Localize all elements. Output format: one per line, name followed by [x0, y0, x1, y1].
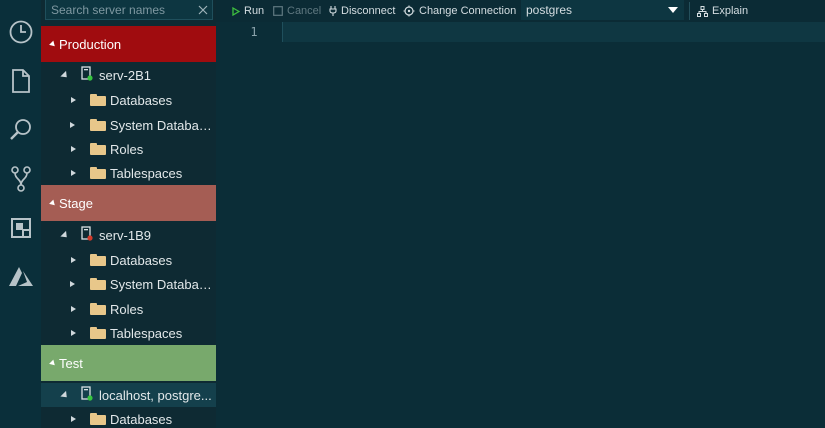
expand-caret-icon[interactable]	[70, 281, 76, 287]
server-group-label: Production	[59, 36, 122, 52]
server-icon	[81, 226, 93, 244]
folder-icon	[89, 119, 106, 131]
chevron-down-icon[interactable]	[668, 7, 678, 13]
folder-icon	[90, 254, 106, 266]
server-search-placeholder[interactable]: Search server names	[46, 3, 194, 17]
cancel-button[interactable]: Cancel	[273, 0, 321, 22]
server-explorer: Search server names Production serv-2B1 …	[41, 0, 216, 428]
server-group-production[interactable]: Production	[41, 26, 216, 62]
change-connection-button[interactable]: Change Connection	[403, 0, 516, 22]
history-icon[interactable]	[0, 12, 41, 52]
folder-icon	[90, 303, 106, 315]
server-label: localhost, postgre...	[99, 387, 212, 403]
folder-node[interactable]: System Databas...	[41, 113, 216, 137]
collapse-caret-icon[interactable]	[49, 40, 57, 48]
clear-search-icon[interactable]	[194, 1, 212, 19]
server-label: serv-2B1	[99, 67, 152, 83]
folder-label: Tablespaces	[110, 325, 183, 341]
folder-label: Roles	[110, 141, 144, 157]
folder-label: Tablespaces	[110, 165, 183, 181]
folder-label: Databases	[110, 92, 173, 108]
disconnect-icon	[329, 6, 337, 16]
expand-caret-icon[interactable]	[70, 97, 76, 103]
disconnect-button[interactable]: Disconnect	[329, 0, 395, 22]
current-line-highlight[interactable]	[282, 22, 825, 42]
server-icon	[81, 66, 93, 84]
folder-node[interactable]: Databases	[41, 248, 216, 272]
folder-label: System Databas...	[109, 276, 216, 292]
run-label: Run	[244, 5, 265, 17]
folder-label: Databases	[110, 252, 173, 268]
database-select[interactable]: postgres	[521, 0, 684, 20]
app-window: Search server names Production serv-2B1 …	[0, 0, 825, 428]
expand-caret-icon[interactable]	[60, 230, 70, 240]
server-icon	[81, 386, 93, 404]
explain-icon	[697, 5, 708, 17]
server-search-box[interactable]: Search server names	[45, 0, 213, 20]
extensions-icon[interactable]	[0, 208, 41, 248]
azure-icon[interactable]	[0, 257, 41, 297]
server-group-label: Test	[59, 355, 83, 371]
search-icon[interactable]	[0, 110, 41, 150]
folder-icon	[90, 143, 106, 155]
line-number: 1	[250, 25, 258, 39]
query-toolbar: Run Cancel Disconnect Change Connection …	[216, 0, 825, 22]
folder-icon	[90, 167, 106, 179]
disconnect-label: Disconnect	[341, 5, 396, 17]
collapse-caret-icon[interactable]	[49, 199, 57, 207]
folder-icon	[90, 413, 106, 425]
expand-caret-icon[interactable]	[70, 170, 76, 176]
folder-node[interactable]: Databases	[41, 88, 216, 112]
server-group-label: Stage	[59, 195, 93, 211]
folder-node[interactable]: Databases	[41, 407, 216, 428]
expand-caret-icon[interactable]	[70, 146, 76, 152]
server-group-stage[interactable]: Stage	[41, 185, 216, 221]
folder-node[interactable]: Tablespaces	[41, 161, 216, 185]
folder-node[interactable]: System Databas...	[41, 272, 216, 296]
folder-icon	[90, 94, 106, 106]
change-connection-icon	[403, 5, 415, 17]
folder-label: Databases	[110, 411, 173, 427]
expand-caret-icon[interactable]	[70, 122, 76, 128]
folder-node[interactable]: Roles	[41, 297, 216, 321]
run-icon	[232, 6, 240, 16]
cancel-label: Cancel	[287, 5, 322, 17]
file-icon[interactable]	[0, 61, 41, 101]
explain-button[interactable]: Explain	[697, 0, 748, 22]
database-select-value: postgres	[526, 3, 573, 17]
expand-caret-icon[interactable]	[70, 330, 76, 336]
activity-bar	[0, 0, 41, 428]
collapse-caret-icon[interactable]	[49, 359, 57, 367]
run-button[interactable]: Run	[232, 0, 264, 22]
change-connection-label: Change Connection	[419, 5, 517, 17]
folder-node[interactable]: Roles	[41, 137, 216, 161]
source-control-icon[interactable]	[0, 159, 41, 199]
folder-label: Roles	[110, 301, 144, 317]
expand-caret-icon[interactable]	[60, 390, 70, 400]
expand-caret-icon[interactable]	[70, 257, 76, 263]
folder-node[interactable]: Tablespaces	[41, 321, 216, 345]
expand-caret-icon[interactable]	[70, 306, 76, 312]
server-group-test[interactable]: Test	[41, 345, 216, 381]
query-editor[interactable]: 1	[216, 22, 825, 428]
expand-caret-icon[interactable]	[60, 70, 70, 80]
folder-icon	[89, 278, 106, 290]
server-node[interactable]: serv-2B1	[41, 63, 216, 87]
toolbar-divider	[689, 2, 690, 20]
explain-label: Explain	[712, 5, 749, 17]
server-label: serv-1B9	[99, 227, 152, 243]
server-node[interactable]: localhost, postgre...	[41, 383, 216, 407]
folder-icon	[90, 327, 106, 339]
folder-label: System Databas...	[109, 117, 216, 133]
server-node[interactable]: serv-1B9	[41, 223, 216, 247]
stop-icon	[273, 6, 283, 16]
expand-caret-icon[interactable]	[70, 416, 76, 422]
